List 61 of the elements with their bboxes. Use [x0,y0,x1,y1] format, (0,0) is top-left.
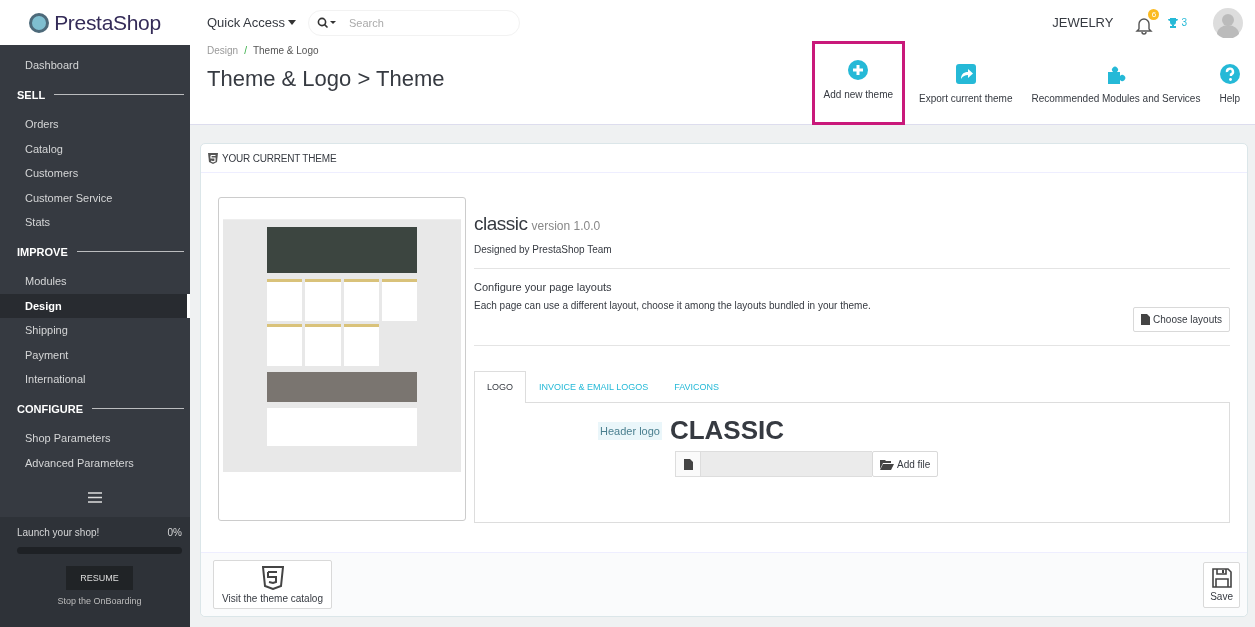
sidebar-item[interactable]: Payment [0,342,190,367]
theme-version: version 1.0.0 [531,219,601,233]
resume-button[interactable]: RESUME [66,566,133,591]
breadcrumb-separator: / [244,45,247,56]
menu-section-label: SELL [17,88,46,101]
sidebar-item[interactable]: Design [0,293,190,319]
theme-name: classic [474,213,528,235]
toolbar-button[interactable]: Export current theme [914,45,1018,125]
file-icon [1141,314,1151,325]
sidebar-item[interactable]: Stats [0,209,190,235]
caret-icon [288,20,297,25]
search-icon[interactable] [317,16,338,29]
menu-section-label: CONFIGURE [17,402,83,415]
theme-catalog-button[interactable]: Visit the theme catalog [213,560,332,609]
theme-author: Designed by PrestaShop Team [474,244,613,255]
plus-circle-icon [848,60,869,80]
html5-icon [261,566,284,590]
sidebar-item[interactable]: Orders [0,112,190,137]
sidebar-item[interactable]: Modules [0,269,190,294]
sidebar-item[interactable]: Catalog [0,136,190,162]
layouts-title: Configure your page layouts [474,281,613,293]
html5-icon [208,152,218,164]
toolbar-button[interactable]: Help [1214,45,1245,125]
layouts-description: Each page can use a different layout, choose it among the layouts bundled in your theme. [474,300,871,311]
save-button[interactable]: Save [1203,561,1240,608]
logo-text-preview: CLASSIC [669,415,785,446]
help-icon [1219,64,1240,84]
sidebar-item[interactable]: Dashboard [0,53,190,78]
choose-layouts-button[interactable]: Choose layouts [1133,307,1230,332]
sidebar-item[interactable]: International [0,366,190,392]
puzzle-icon [1105,64,1126,84]
trophy-icon [1167,16,1180,29]
floppy-disk-icon [1211,567,1232,588]
file-name-field[interactable] [701,451,872,477]
toolbar-button[interactable]: Add new theme [811,41,906,125]
sidebar-item[interactable]: Advanced Parameters [0,450,190,476]
logo-text[interactable]: PrestaShop [54,10,161,35]
progress-percent: 0% [167,527,182,539]
file-icon [683,458,693,470]
page-title: Theme & Logo > Theme [207,66,445,92]
quick-access-button[interactable]: Quick Access [207,15,297,30]
menu-icon[interactable] [88,492,102,504]
stop-onboarding-link[interactable]: Stop the OnBoarding [57,596,142,607]
toolbar-button[interactable]: Recommended Modules and Services [1026,45,1206,125]
search-input[interactable]: Search [347,15,498,30]
add-file-button[interactable]: Add file [872,451,939,477]
sidebar-item[interactable]: Shop Parameters [0,426,190,451]
menu-section-label: IMPROVE [17,245,68,258]
breadcrumb-current: Theme & Logo [252,45,319,56]
notification-badge: 6 [1148,9,1160,20]
tab[interactable]: LOGO [474,371,526,403]
field-label: Header logo [598,421,662,440]
sidebar-item[interactable]: Customer Service [0,185,190,210]
bell-icon [1135,15,1154,35]
panel-heading: YOUR CURRENT THEME [222,152,337,164]
folder-icon [880,458,894,470]
onboarding-label: Launch your shop! [17,527,100,539]
shop-name[interactable]: JEWELRY [1052,15,1114,30]
sidebar-item[interactable]: Customers [0,161,190,186]
sidebar-item[interactable]: Shipping [0,318,190,343]
logo-icon [29,12,50,33]
